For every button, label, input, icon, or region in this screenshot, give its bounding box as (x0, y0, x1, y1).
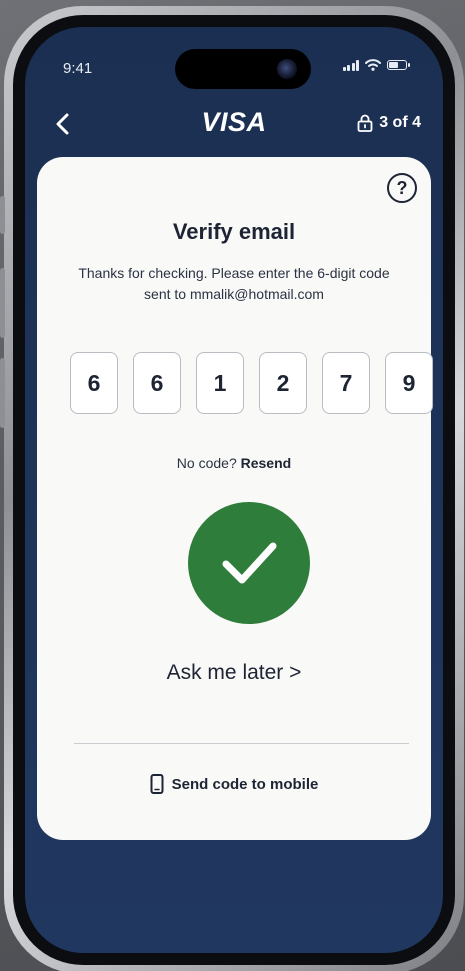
divider (74, 743, 409, 744)
resend-link[interactable]: Resend (241, 455, 292, 471)
volume-down-button (0, 358, 5, 428)
resend-prompt: No code? (176, 455, 237, 471)
success-check (188, 502, 310, 624)
code-digit-5[interactable]: 7 (322, 352, 370, 414)
code-digit-1[interactable]: 6 (70, 352, 118, 414)
camera-icon (277, 59, 297, 79)
ask-me-later-link[interactable]: Ask me later > (37, 661, 431, 685)
phone-frame: 9:41 VISA 3 of 4 ? Verify email Thanks f… (0, 6, 464, 971)
code-digit-4[interactable]: 2 (259, 352, 307, 414)
action-button (0, 196, 5, 234)
verify-card: ? Verify email Thanks for checking. Plea… (37, 157, 433, 840)
status-time: 9:41 (63, 60, 93, 77)
battery-icon (387, 60, 410, 70)
status-icons (342, 59, 410, 71)
mobile-phone-icon (150, 774, 164, 794)
code-digit-6[interactable]: 9 (385, 352, 433, 414)
question-circle-icon: ? (396, 177, 408, 198)
dynamic-island (175, 49, 311, 89)
wifi-icon (365, 59, 381, 71)
phone-bezel: 9:41 VISA 3 of 4 ? Verify email Thanks f… (13, 15, 455, 965)
step-indicator: 3 of 4 (357, 114, 421, 132)
page-title: Verify email (172, 219, 296, 244)
instructions-text: Thanks for checking. Please enter the 6-… (78, 265, 390, 302)
volume-up-button (0, 268, 5, 338)
step-label: 3 of 4 (379, 114, 421, 131)
code-input-group: 6 6 1 2 7 9 (70, 352, 433, 414)
phone-screen: 9:41 VISA 3 of 4 ? Verify email Thanks f… (25, 27, 443, 953)
code-digit-3[interactable]: 1 (196, 352, 244, 414)
code-digit-2[interactable]: 6 (133, 352, 181, 414)
help-button[interactable]: ? (387, 173, 417, 203)
send-code-label: Send code to mobile (171, 775, 319, 793)
signal-icon (342, 59, 359, 71)
resend-row: No code? Resend (37, 455, 431, 471)
check-circle-icon (222, 542, 277, 584)
send-code-to-mobile-button[interactable]: Send code to mobile (37, 774, 431, 794)
lock-icon (357, 114, 373, 132)
